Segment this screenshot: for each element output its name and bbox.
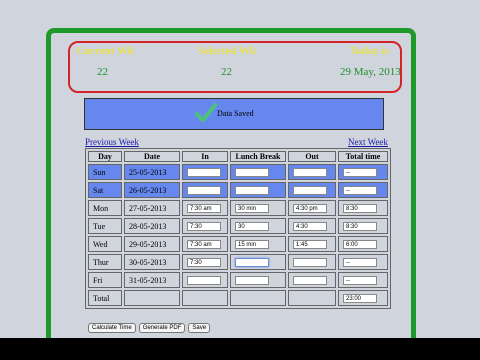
check-icon (195, 103, 217, 122)
lunch-break-input[interactable]: 30 min (235, 203, 269, 213)
save-button[interactable]: Save (188, 323, 211, 333)
total-time-field[interactable]: 6:00 (343, 239, 377, 249)
day-cell: Mon (88, 200, 122, 216)
date-cell: 28-05-2013 (124, 218, 180, 234)
out-time-input[interactable]: 4:30 (293, 221, 327, 231)
out-time-input[interactable] (293, 257, 327, 267)
today-value: 29 May, 2013 (340, 66, 401, 78)
in-time-input[interactable]: 7:30 am (187, 239, 221, 249)
date-cell: 29-05-2013 (124, 236, 180, 252)
table-row: Fri 31-05-2013 -- (88, 272, 388, 288)
date-cell: 25-05-2013 (124, 164, 180, 180)
current-week-label: Current Wk (76, 45, 134, 57)
out-time-input[interactable]: 4:30 pm (293, 203, 327, 213)
table-row: Mon 27-05-2013 7:30 am 30 min 4:30 pm 8:… (88, 200, 388, 216)
next-week-link[interactable]: Next Week (348, 137, 388, 147)
header-date: Date (124, 151, 180, 162)
day-cell: Sat (88, 182, 122, 198)
total-row: Total 23:00 (88, 290, 388, 306)
table-row: Wed 29-05-2013 7:30 am 15 min 1:45 6:00 (88, 236, 388, 252)
total-time-field[interactable]: -- (343, 167, 377, 177)
date-cell: 26-05-2013 (124, 182, 180, 198)
lunch-break-input[interactable]: 30 (235, 221, 269, 231)
date-cell: 30-05-2013 (124, 254, 180, 270)
day-cell: Wed (88, 236, 122, 252)
data-saved-banner: Data Saved (84, 98, 384, 130)
out-time-input[interactable] (293, 275, 327, 285)
calculate-time-button[interactable]: Calculate Time (88, 323, 136, 333)
timesheet-table: Day Date In Lunch Break Out Total time S… (85, 148, 391, 309)
header-day: Day (88, 151, 122, 162)
out-time-input[interactable] (293, 185, 327, 195)
lunch-break-input[interactable] (235, 185, 269, 195)
date-cell: 27-05-2013 (124, 200, 180, 216)
selected-week-label: Selected Wk (198, 45, 257, 57)
total-time-field[interactable]: 8:30 (343, 203, 377, 213)
total-time-field[interactable]: -- (343, 257, 377, 267)
in-time-input[interactable] (187, 275, 221, 285)
grand-total-field[interactable]: 23:00 (343, 293, 377, 303)
header-out: Out (288, 151, 336, 162)
in-time-input[interactable] (187, 185, 221, 195)
total-time-field[interactable]: -- (343, 185, 377, 195)
in-time-input[interactable]: 7:30 am (187, 203, 221, 213)
day-cell: Thur (88, 254, 122, 270)
table-row: Sun 25-05-2013 -- (88, 164, 388, 180)
day-cell: Sun (88, 164, 122, 180)
header-lunch-break: Lunch Break (230, 151, 286, 162)
day-cell: Fri (88, 272, 122, 288)
header-in: In (182, 151, 228, 162)
lunch-break-input[interactable]: 15 min (235, 239, 269, 249)
header-total-time: Total time (338, 151, 388, 162)
out-time-input[interactable]: 1:45 (293, 239, 327, 249)
generate-pdf-button[interactable]: Generate PDF (138, 323, 186, 333)
selected-week-value: 22 (221, 66, 232, 78)
day-cell: Tue (88, 218, 122, 234)
action-buttons: Calculate Time Generate PDF Save (88, 316, 213, 334)
total-time-field[interactable]: -- (343, 275, 377, 285)
out-time-input[interactable] (293, 167, 327, 177)
current-week-value: 22 (97, 66, 108, 78)
lunch-break-input[interactable] (235, 257, 269, 267)
table-row: Sat 26-05-2013 -- (88, 182, 388, 198)
in-time-input[interactable]: 7:30 (187, 221, 221, 231)
table-row: Tue 28-05-2013 7:30 30 4:30 8:30 (88, 218, 388, 234)
week-info-header: Current Wk Selected Wk Today is 22 22 29… (68, 41, 402, 93)
table-header-row: Day Date In Lunch Break Out Total time (88, 151, 388, 162)
total-time-field[interactable]: 8:30 (343, 221, 377, 231)
total-label: Total (88, 290, 122, 306)
screen: Current Wk Selected Wk Today is 22 22 29… (0, 0, 480, 338)
previous-week-link[interactable]: Previous Week (85, 137, 139, 147)
status-message: Data Saved (217, 109, 254, 118)
in-time-input[interactable] (187, 167, 221, 177)
table-row: Thur 30-05-2013 7:30 -- (88, 254, 388, 270)
date-cell: 31-05-2013 (124, 272, 180, 288)
today-label: Today is (350, 45, 390, 57)
lunch-break-input[interactable] (235, 167, 269, 177)
lunch-break-input[interactable] (235, 275, 269, 285)
in-time-input[interactable]: 7:30 (187, 257, 221, 267)
